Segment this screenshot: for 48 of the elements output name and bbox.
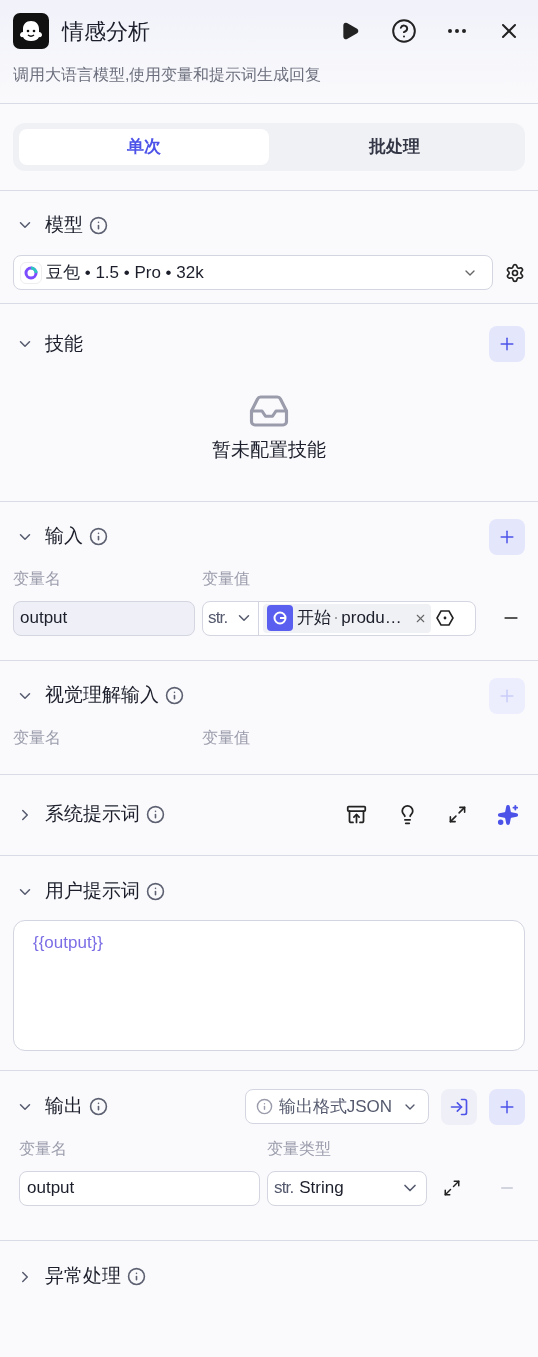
- add-button[interactable]: [489, 326, 525, 362]
- node-title: 情感分析: [62, 17, 150, 46]
- column-header: 变量名: [13, 728, 61, 746]
- section-title: 视觉理解输入: [45, 683, 159, 708]
- start-node-icon: [267, 605, 294, 631]
- column-header: 变量名: [13, 569, 61, 587]
- settings-icon[interactable]: [505, 262, 525, 283]
- section-title: 系统提示词: [45, 802, 140, 827]
- add-button[interactable]: [489, 1088, 525, 1125]
- type-select[interactable]: str. String: [267, 1170, 427, 1206]
- reference-field: produ…: [341, 605, 402, 631]
- model-logo-icon: [20, 261, 42, 284]
- expand-icon[interactable]: [443, 1179, 461, 1197]
- model-select[interactable]: 豆包 • 1.5 • Pro • 32k: [13, 255, 493, 290]
- import-icon: [449, 1096, 469, 1117]
- type-select[interactable]: str.: [203, 601, 260, 635]
- prompt-editor[interactable]: {{output}}: [13, 919, 525, 1051]
- section-title: 用户提示词: [45, 879, 140, 904]
- column-header: 变量类型: [267, 1139, 331, 1157]
- variable-reference-tag[interactable]: 开始 produ…: [263, 603, 431, 633]
- column-header: 变量值: [202, 728, 250, 746]
- mode-tab[interactable]: 单次: [19, 129, 269, 165]
- expand-icon[interactable]: [448, 805, 467, 824]
- column-header: 变量名: [19, 1139, 67, 1157]
- output-format-select[interactable]: 输出格式JSON: [244, 1089, 429, 1124]
- prompt-library-icon[interactable]: [346, 804, 367, 825]
- mode-tab[interactable]: 批处理: [269, 129, 519, 165]
- section-title: 技能: [45, 331, 83, 356]
- help-icon[interactable]: [391, 18, 417, 44]
- section-title: 输入: [45, 524, 83, 549]
- ghost-logo-icon: [13, 13, 49, 49]
- reference-source: 开始: [297, 607, 332, 630]
- section-title: 输出: [45, 1094, 83, 1119]
- section-title: 模型: [45, 212, 83, 237]
- run-icon[interactable]: [340, 21, 360, 41]
- sparkle-icon[interactable]: [497, 803, 519, 826]
- info-icon: [255, 1098, 273, 1115]
- add-button[interactable]: [489, 518, 525, 555]
- import-button[interactable]: [441, 1088, 477, 1125]
- type-label: String: [299, 1177, 344, 1200]
- variable-hexagon-icon[interactable]: [434, 608, 455, 628]
- type-prefix: str.: [274, 1177, 294, 1200]
- variable-name-field[interactable]: output: [13, 600, 195, 636]
- empty-message: 暂未配置技能: [212, 438, 326, 462]
- section-title: 异常处理: [45, 1264, 121, 1289]
- node-description: 调用大语言模型,使用变量和提示词生成回复: [13, 65, 323, 85]
- variable-name-field[interactable]: output: [19, 1170, 260, 1206]
- column-header: 变量值: [202, 569, 250, 587]
